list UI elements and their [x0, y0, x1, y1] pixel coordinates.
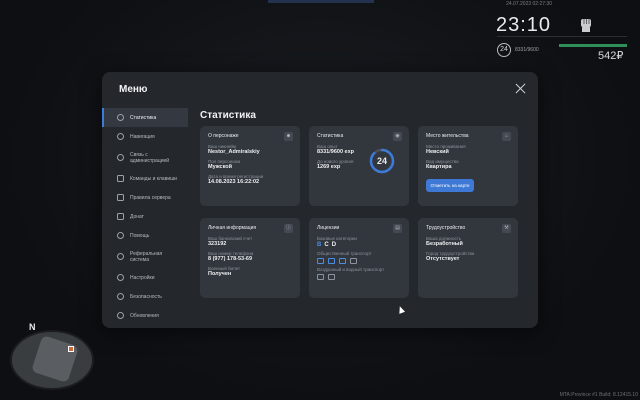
card-title: О персонаже	[208, 133, 239, 139]
boat-icon	[328, 274, 335, 280]
card-employment: Трудоустройство ⚒ Ваша должность Безрабо…	[418, 218, 518, 298]
category-b: B	[317, 242, 322, 248]
level-value: 24	[376, 156, 387, 166]
minimap	[10, 330, 94, 390]
version-text: MTA:Province #1 Build: 8.12415.10	[559, 392, 638, 398]
person-icon: ☻	[284, 132, 293, 141]
card-about-character: О персонаже ☻ Ваш никнейм Nestor_Admiral…	[200, 126, 300, 206]
minimap-land	[31, 335, 79, 383]
card-statistics: Статистика ◉ Ваш опыт 8331/9600 exp До н…	[309, 126, 409, 206]
info-icon: ⓘ	[284, 224, 293, 233]
tram-icon	[339, 258, 346, 264]
sidebar-item-label: Статистика	[130, 114, 157, 121]
card-residence: Место жительства ⌂ Место проживания Невс…	[418, 126, 518, 206]
hud-level-badge: 24	[497, 43, 511, 57]
fist-icon	[581, 19, 591, 32]
property-type-value: Квартира	[426, 164, 452, 170]
sidebar-item-help[interactable]: Помощь	[102, 226, 188, 245]
sidebar-item-navigation[interactable]: Навигация	[102, 127, 188, 146]
sidebar-item-donate[interactable]: Донат	[102, 207, 188, 226]
card-title: Лицензии	[317, 225, 340, 231]
minimap-blip	[68, 346, 74, 352]
help-icon	[117, 232, 124, 239]
minimap-north: N	[29, 322, 36, 332]
gear-icon	[117, 274, 124, 281]
compass-icon	[117, 133, 124, 140]
reg-value: 14.08.2023 16:22:02	[208, 179, 260, 185]
job-value: Безработный	[426, 241, 463, 247]
sidebar-item-rules[interactable]: Правила сервера	[102, 188, 188, 207]
base-categories-label: Базовые категории	[317, 236, 357, 241]
sidebar-item-label: Безопасность	[130, 293, 162, 300]
card-personal-info: Личная информация ⓘ Ваш банковский счет …	[200, 218, 300, 298]
house-icon: ⌂	[502, 132, 511, 141]
public-transport-icons	[317, 258, 401, 264]
sidebar-item-label: Команды и клавиши	[130, 175, 177, 182]
mark-on-map-button[interactable]: Отметить на карте	[426, 179, 474, 192]
refresh-icon	[117, 312, 124, 319]
phone-value: 8 (977) 178-53-69	[208, 256, 253, 262]
page-title: Статистика	[200, 110, 256, 121]
trolleybus-icon	[328, 258, 335, 264]
sidebar-item-label: Связь с администрацией	[130, 151, 170, 164]
hud-money: 542₽	[598, 50, 624, 62]
sidebar-item-label: Правила сервера	[130, 194, 171, 201]
sidebar-item-label: Навигация	[130, 133, 155, 140]
sidebar-item-statistics[interactable]: Статистика	[102, 108, 188, 127]
bank-value: 323192	[208, 241, 227, 247]
keyboard-icon	[117, 175, 124, 182]
menu-modal: Меню Статистика Навигация Связь с админи…	[102, 72, 538, 328]
sidebar-item-label: Помощь	[130, 232, 150, 239]
sidebar: Статистика Навигация Связь с администрац…	[102, 108, 188, 325]
category-d: D	[331, 242, 337, 248]
sidebar-item-label: Настройки	[130, 274, 155, 281]
place-value: Невский	[426, 149, 449, 155]
card-title: Статистика	[317, 133, 344, 139]
card-title: Место жительства	[426, 133, 469, 139]
public-transport-label: Общественный транспорт	[317, 251, 372, 256]
referral-icon	[117, 253, 124, 260]
sidebar-item-label: Реферальная система	[130, 250, 163, 263]
license-categories: BCD	[317, 242, 401, 248]
donate-icon	[117, 213, 124, 220]
category-c: C	[324, 242, 329, 248]
sidebar-item-security[interactable]: Безопасность	[102, 287, 188, 306]
chart-icon	[117, 114, 124, 121]
sex-value: Мужской	[208, 164, 233, 170]
plane-icon	[317, 274, 324, 280]
hud-clock: 23:10	[496, 14, 552, 36]
top-hud-strip	[268, 0, 374, 3]
sidebar-item-label: Донат	[130, 213, 144, 220]
sidebar-item-referral[interactable]: Реферальная система	[102, 245, 188, 268]
close-icon[interactable]	[515, 83, 526, 94]
card-title: Личная информация	[208, 225, 257, 231]
hud-datetime: 24.07.2023 02:27:30	[506, 1, 552, 7]
health-bar	[559, 44, 627, 47]
modal-title: Меню	[119, 84, 148, 95]
card-title: Трудоустройство	[426, 225, 466, 231]
sidebar-item-label: Обновления	[130, 312, 159, 319]
bus-icon	[317, 258, 324, 264]
hud-exp: 8331/9600	[515, 47, 539, 53]
stats-icon: ◉	[393, 132, 402, 141]
air-water-transport-label: Воздушный и водный транспорт	[317, 267, 385, 272]
nick-value: Nestor_Admiralskiy	[208, 149, 260, 155]
job-city-value: Отсутствует	[426, 256, 460, 262]
license-icon: ▤	[393, 224, 402, 233]
metro-icon	[350, 258, 357, 264]
wrench-icon: ⚒	[502, 224, 511, 233]
sidebar-item-admin-contact[interactable]: Связь с администрацией	[102, 146, 188, 169]
card-licenses: Лицензии ▤ Базовые категории BCD Обществ…	[309, 218, 409, 298]
rules-icon	[117, 194, 124, 201]
shield-icon	[117, 293, 124, 300]
hud-divider	[497, 36, 627, 37]
air-water-icons	[317, 274, 401, 280]
military-value: Получен	[208, 271, 232, 277]
sidebar-item-settings[interactable]: Настройки	[102, 268, 188, 287]
headset-icon	[117, 154, 124, 161]
sidebar-item-commands[interactable]: Команды и клавиши	[102, 169, 188, 188]
sidebar-item-updates[interactable]: Обновления	[102, 306, 188, 325]
